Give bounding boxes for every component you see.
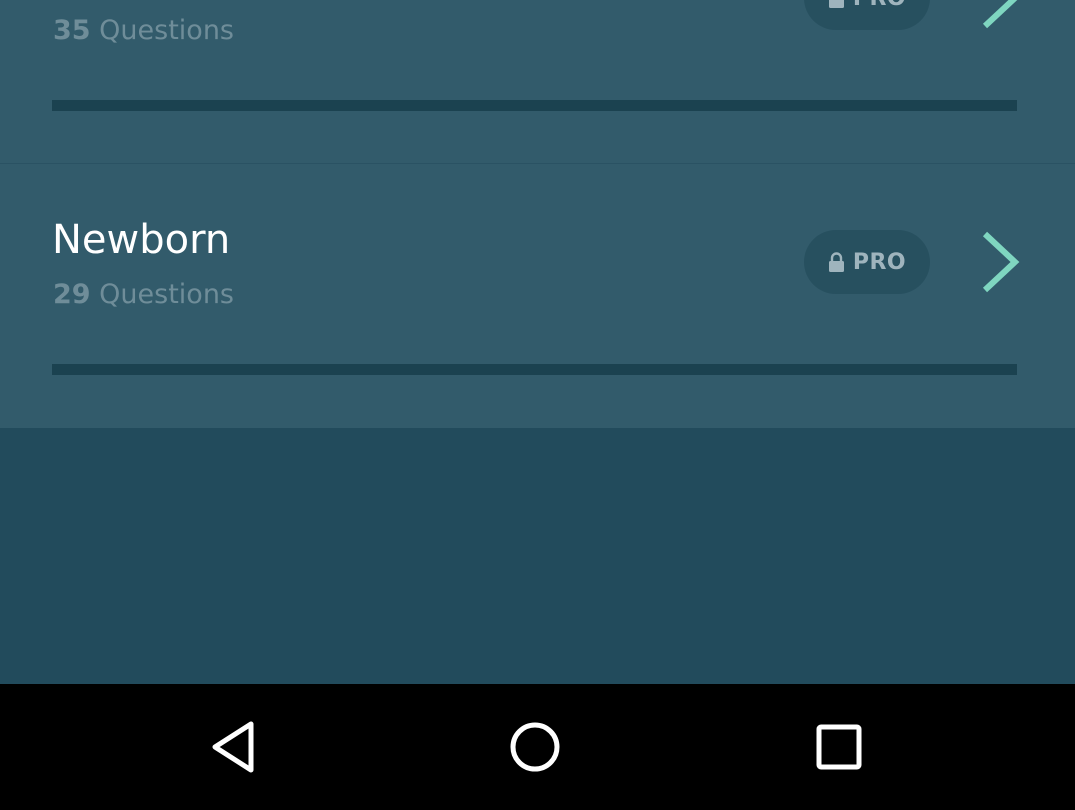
chevron-right-icon[interactable] [974,228,1026,296]
system-navigation-bar [0,684,1075,810]
question-count: 29 Questions [53,279,234,311]
pro-badge[interactable]: PRO [804,230,930,294]
progress-bar [52,364,1017,375]
topic-row[interactable]: Newborn 29 Questions PRO [0,164,1075,428]
back-button[interactable] [188,702,278,792]
back-triangle-icon [212,721,254,773]
question-count-label: Questions [99,279,235,310]
progress-bar [52,100,1017,111]
question-count-label: Questions [99,15,235,46]
home-button[interactable] [490,702,580,792]
pro-label: PRO [853,0,906,11]
lock-icon [828,252,844,272]
app-screen: 35 Questions PRO Newborn 29 Que [0,0,1075,810]
recents-button[interactable] [794,702,884,792]
question-count-number: 29 [53,279,91,310]
pro-badge[interactable]: PRO [804,0,930,30]
recents-square-icon [816,724,862,770]
lock-icon [828,0,844,8]
chevron-right-icon[interactable] [974,0,1026,32]
question-count-number: 35 [53,15,91,46]
question-count: 35 Questions [53,15,234,47]
topic-title: Newborn [52,217,231,263]
home-circle-icon [510,722,560,772]
topic-row[interactable]: 35 Questions PRO [0,0,1075,164]
pro-label: PRO [852,249,907,275]
